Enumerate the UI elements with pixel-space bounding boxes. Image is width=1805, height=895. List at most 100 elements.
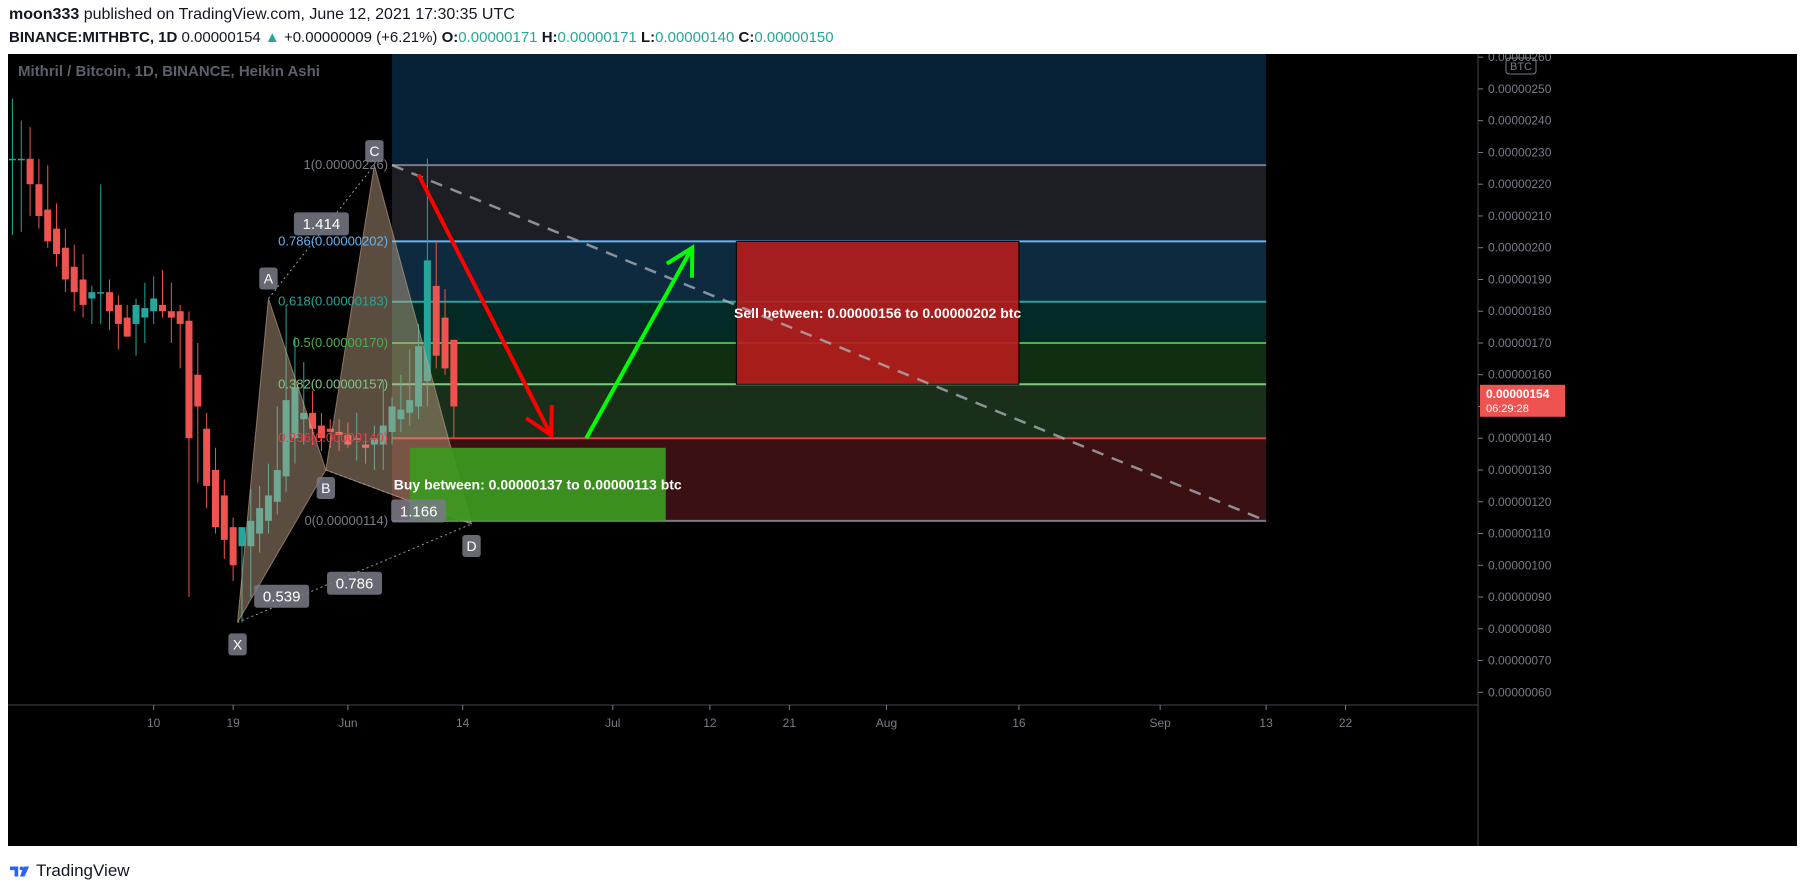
- price-axis-bg: [1478, 54, 1797, 846]
- pattern-point-a: A: [264, 271, 274, 287]
- buy-zone-label: Buy between: 0.00000137 to 0.00000113 bt…: [394, 476, 682, 492]
- candle-body: [167, 311, 175, 318]
- fib-level-label: 0(0.00000114): [304, 513, 388, 528]
- candle-body: [35, 184, 43, 216]
- high-label: H:: [541, 29, 558, 46]
- candle-body: [432, 285, 440, 356]
- price-tick-label: 0.00000160: [1488, 368, 1552, 382]
- price-tick-label: 0.00000140: [1488, 431, 1552, 445]
- price-tick-label: 0.00000230: [1488, 145, 1552, 159]
- price-tick-label: 0.00000170: [1488, 336, 1552, 350]
- brand-label[interactable]: TradingView: [36, 861, 130, 881]
- open-value: 0.00000171: [458, 29, 538, 46]
- candle-body: [238, 527, 246, 547]
- close-label: C:: [738, 29, 755, 46]
- time-tick-label: 14: [456, 716, 470, 730]
- pattern-point-x: X: [233, 636, 243, 652]
- price-tick-label: 0.00000070: [1488, 654, 1552, 668]
- candle-body: [123, 317, 131, 337]
- footer: TradingView: [10, 861, 130, 881]
- candle-body: [203, 428, 211, 486]
- pattern-point-d: D: [466, 538, 476, 554]
- time-tick-label: 16: [1012, 716, 1026, 730]
- ratio-xd: 0.786: [336, 576, 374, 593]
- fib-zone: [392, 384, 1267, 439]
- price-tick-label: 0.00000120: [1488, 495, 1552, 509]
- price-tick-label: 0.00000220: [1488, 177, 1552, 191]
- candle-body: [79, 279, 87, 305]
- time-tick-label: 12: [703, 716, 717, 730]
- chart-title: Mithril / Bitcoin, 1D, BINANCE, Heikin A…: [18, 63, 320, 80]
- price-tick-label: 0.00000250: [1488, 82, 1552, 96]
- fib-level-label: 0.236(0.00000140): [278, 430, 388, 445]
- ratio-xb: 0.539: [263, 589, 301, 606]
- candle-body: [220, 495, 228, 540]
- candle-body: [176, 311, 184, 324]
- sell-zone-label: Sell between: 0.00000156 to 0.00000202 b…: [734, 305, 1021, 321]
- last-price: 0.00000154: [181, 29, 261, 46]
- up-arrow-icon: ▲: [264, 29, 280, 46]
- author-name[interactable]: moon333: [9, 6, 79, 23]
- current-price-label: 0.00000154: [1486, 387, 1550, 401]
- time-tick-label: 21: [783, 716, 797, 730]
- candle-body: [194, 374, 202, 407]
- price-tick-label: 0.00000180: [1488, 304, 1552, 318]
- open-label: O:: [441, 29, 459, 46]
- time-tick-label: 10: [147, 716, 161, 730]
- time-tick-label: Aug: [876, 716, 897, 730]
- price-change: +0.00000009 (+6.21%): [283, 29, 438, 46]
- candle-body: [450, 339, 458, 407]
- fib-level-label: 0.786(0.00000202): [278, 233, 388, 248]
- low-value: 0.00000140: [655, 29, 735, 46]
- candle-body: [61, 247, 69, 280]
- time-tick-label: Jul: [605, 716, 620, 730]
- candle-body: [229, 527, 237, 566]
- price-tick-label: 0.00000100: [1488, 558, 1552, 572]
- chart-area[interactable]: Buy between: 0.00000137 to 0.00000113 bt…: [8, 54, 1797, 846]
- price-tick-label: 0.00000130: [1488, 463, 1552, 477]
- price-tick-label: 0.00000200: [1488, 241, 1552, 255]
- fib-top-zone: [392, 54, 1267, 166]
- time-tick-label: Sep: [1149, 716, 1171, 730]
- candle-body: [8, 158, 16, 161]
- price-tick-label: 0.00000190: [1488, 272, 1552, 286]
- candle-body: [17, 158, 25, 161]
- candle-body: [114, 304, 122, 324]
- time-tick-label: Jun: [338, 716, 357, 730]
- candle-body: [141, 308, 149, 318]
- fib-level-label: 0.5(0.00000170): [293, 335, 388, 350]
- ratio-bd: 1.166: [400, 503, 438, 520]
- candle-body: [185, 320, 193, 439]
- candle-body: [26, 158, 34, 185]
- symbol-info: BINANCE:MITHBTC, 1D 0.00000154 ▲ +0.0000…: [9, 29, 834, 46]
- price-tick-label: 0.00000110: [1488, 527, 1551, 541]
- price-tick-label: 0.00000090: [1488, 590, 1552, 604]
- candle-body: [97, 292, 105, 294]
- pattern-point-c: C: [369, 143, 379, 159]
- high-value: 0.00000171: [557, 29, 637, 46]
- symbol-name: BINANCE:MITHBTC, 1D: [9, 29, 178, 46]
- candle-body: [106, 292, 114, 312]
- tradingview-logo-icon: [10, 866, 30, 877]
- pattern-point-b: B: [321, 480, 330, 496]
- time-tick-label: 22: [1339, 716, 1353, 730]
- unit-badge: BTC: [1510, 61, 1532, 73]
- low-label: L:: [640, 29, 656, 46]
- fib-zone: [392, 165, 1267, 242]
- close-value: 0.00000150: [754, 29, 834, 46]
- candle-body: [44, 209, 52, 242]
- chart-canvas[interactable]: Buy between: 0.00000137 to 0.00000113 bt…: [8, 54, 1797, 846]
- price-tick-label: 0.00000080: [1488, 622, 1552, 636]
- price-tick-label: 0.00000210: [1488, 209, 1552, 223]
- price-tick-label: 0.00000060: [1488, 685, 1552, 699]
- candle-body: [70, 266, 78, 293]
- price-tick-label: 0.00000240: [1488, 114, 1552, 128]
- fib-level-label: 0.382(0.00000157): [278, 376, 388, 391]
- candle-body: [88, 292, 96, 299]
- candle-body: [132, 304, 140, 324]
- published-text: published on TradingView.com, June 12, 2…: [83, 6, 515, 23]
- publish-info: moon333 published on TradingView.com, Ju…: [9, 6, 515, 24]
- candle-body: [53, 228, 61, 255]
- candle-body: [150, 298, 158, 312]
- ratio-ac: 1.414: [303, 216, 341, 233]
